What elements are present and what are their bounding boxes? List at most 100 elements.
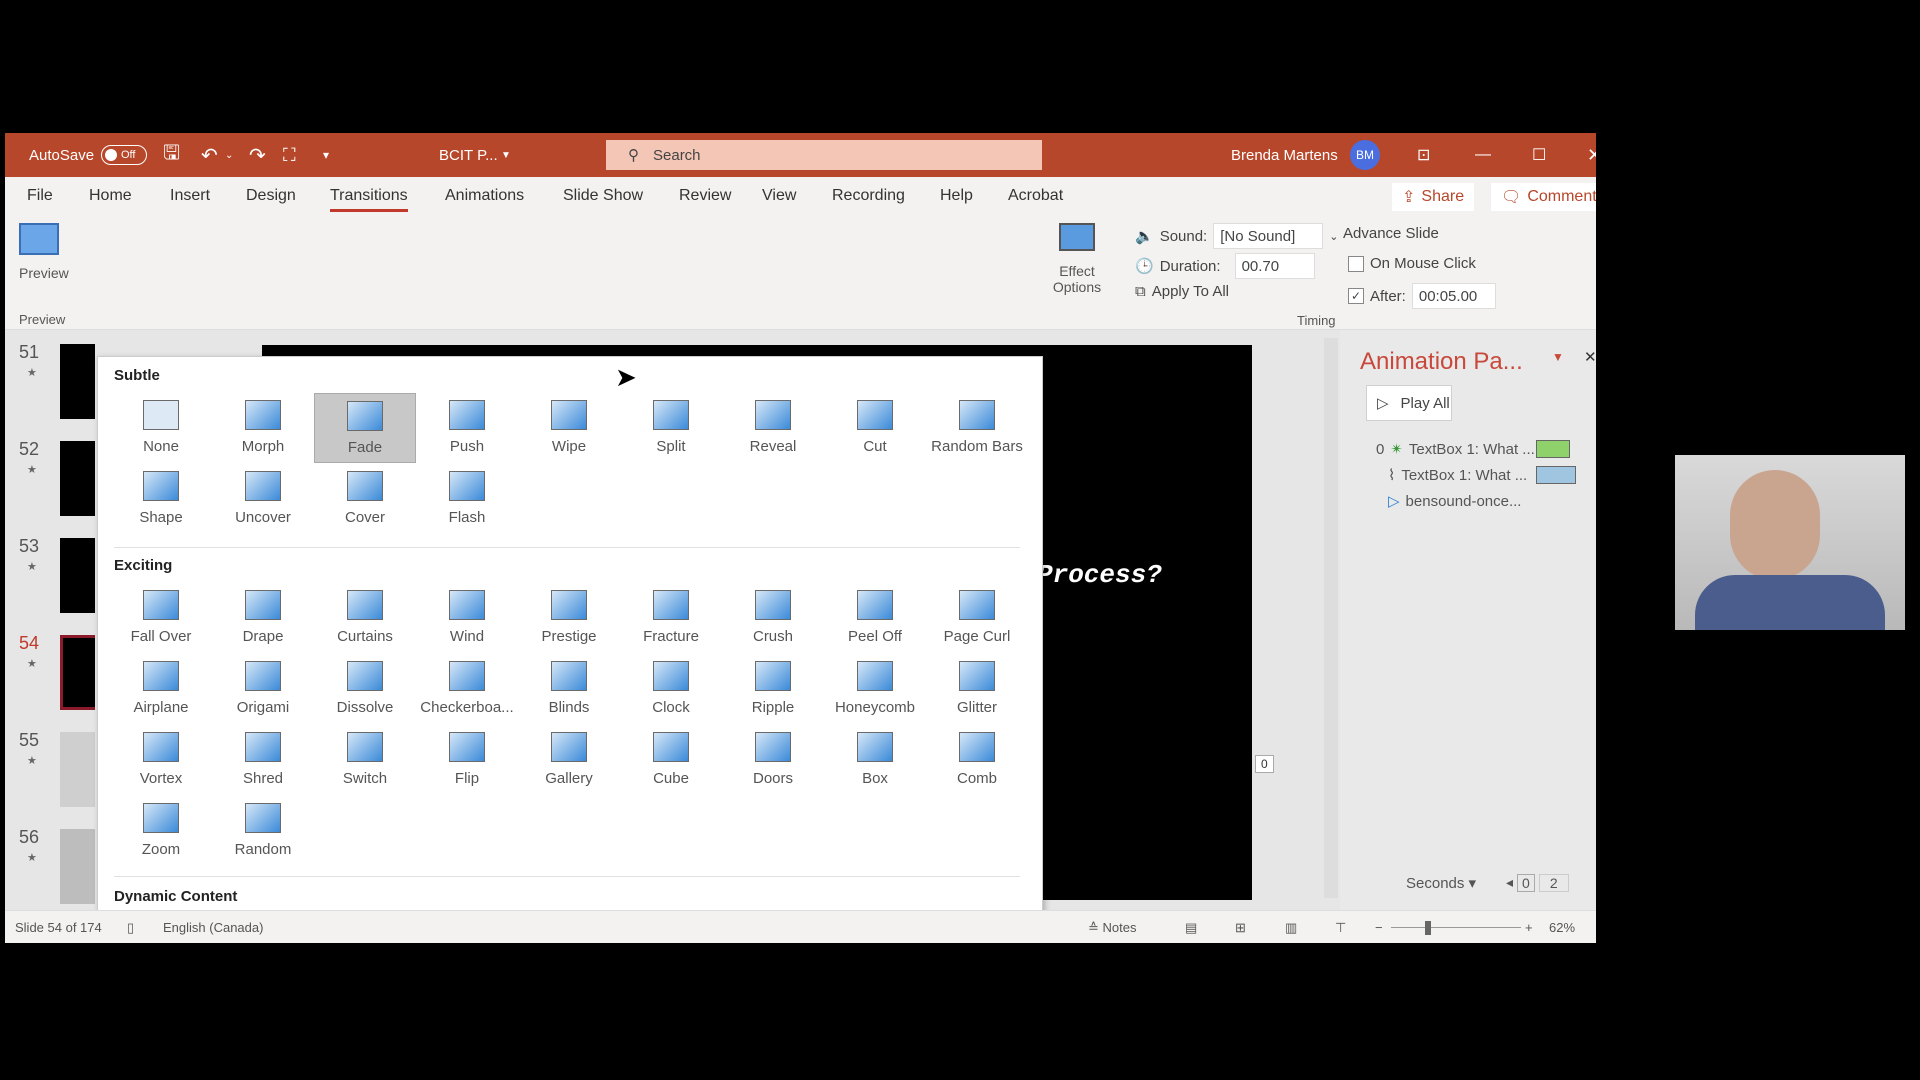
transition-origami[interactable]: Origami bbox=[212, 654, 314, 724]
reading-view-icon[interactable]: ▥ bbox=[1285, 920, 1297, 936]
transition-glitter[interactable]: Glitter bbox=[926, 654, 1028, 724]
transition-fall-over[interactable]: Fall Over bbox=[110, 583, 212, 653]
transition-box[interactable]: Box bbox=[824, 725, 926, 795]
sound-select[interactable]: [No Sound] bbox=[1213, 223, 1324, 249]
tab-slide-show[interactable]: Slide Show bbox=[563, 187, 643, 205]
tab-home[interactable]: Home bbox=[89, 187, 132, 205]
transition-wipe[interactable]: Wipe bbox=[518, 393, 620, 463]
notes-button[interactable]: ≙ Notes bbox=[1088, 920, 1136, 936]
tab-recording[interactable]: Recording bbox=[832, 187, 905, 205]
undo-icon[interactable]: ↶ bbox=[201, 133, 218, 177]
ribbon-display-icon[interactable]: ⊡ bbox=[1417, 133, 1430, 177]
autosave-toggle[interactable]: Off bbox=[101, 145, 147, 165]
present-icon[interactable]: ⛶ bbox=[283, 133, 296, 177]
tab-transitions[interactable]: Transitions bbox=[330, 187, 408, 212]
transition-cut[interactable]: Cut bbox=[824, 393, 926, 463]
on-mouse-click-checkbox[interactable] bbox=[1348, 255, 1364, 272]
minimize-icon[interactable]: — bbox=[1475, 133, 1491, 177]
transition-drape[interactable]: Drape bbox=[212, 583, 314, 653]
transition-doors[interactable]: Doors bbox=[722, 725, 824, 795]
user-name[interactable]: Brenda Martens bbox=[1231, 133, 1338, 177]
customize-qat-icon[interactable]: ▾ bbox=[323, 133, 329, 177]
close-icon[interactable]: ✕ bbox=[1587, 133, 1596, 177]
animation-item[interactable]: ▷ bensound-once... bbox=[1388, 492, 1521, 511]
transition-cover[interactable]: Cover bbox=[314, 464, 416, 534]
tab-acrobat[interactable]: Acrobat bbox=[1008, 187, 1063, 205]
tab-view[interactable]: View bbox=[762, 187, 796, 205]
transition-airplane[interactable]: Airplane bbox=[110, 654, 212, 724]
transition-morph[interactable]: Morph bbox=[212, 393, 314, 463]
transition-ripple[interactable]: Ripple bbox=[722, 654, 824, 724]
preview-button[interactable]: Preview bbox=[19, 265, 69, 281]
slide-sorter-icon[interactable]: ⊞ bbox=[1235, 920, 1246, 936]
transition-split[interactable]: Split bbox=[620, 393, 722, 463]
transition-flip[interactable]: Flip bbox=[416, 725, 518, 795]
seconds-dropdown[interactable]: Seconds ▾ bbox=[1406, 874, 1476, 892]
transition-uncover[interactable]: Uncover bbox=[212, 464, 314, 534]
undo-dropdown-icon[interactable]: ⌄ bbox=[225, 133, 233, 177]
accessibility-icon[interactable]: ▯ bbox=[127, 920, 134, 936]
transition-shred[interactable]: Shred bbox=[212, 725, 314, 795]
transition-wind[interactable]: Wind bbox=[416, 583, 518, 653]
avatar[interactable]: BM bbox=[1350, 140, 1380, 170]
tab-help[interactable]: Help bbox=[940, 187, 973, 205]
redo-icon[interactable]: ↷ bbox=[249, 133, 266, 177]
transition-fracture[interactable]: Fracture bbox=[620, 583, 722, 653]
slideshow-icon[interactable]: ⊤ bbox=[1335, 920, 1346, 936]
save-icon[interactable]: 🖫 bbox=[163, 133, 180, 177]
effect-options-icon[interactable] bbox=[1059, 223, 1095, 251]
pane-options-icon[interactable]: ▼ bbox=[1552, 350, 1564, 364]
tab-design[interactable]: Design bbox=[246, 187, 296, 205]
transition-none[interactable]: None bbox=[110, 393, 212, 463]
maximize-icon[interactable]: ☐ bbox=[1532, 133, 1546, 177]
preview-icon[interactable] bbox=[19, 223, 59, 255]
zoom-out-icon[interactable]: − bbox=[1375, 920, 1383, 935]
transition-checkerboa[interactable]: Checkerboa... bbox=[416, 654, 518, 724]
transition-reveal[interactable]: Reveal bbox=[722, 393, 824, 463]
zoom-level[interactable]: 62% bbox=[1549, 920, 1575, 935]
transition-push[interactable]: Push bbox=[416, 393, 518, 463]
vertical-scrollbar[interactable] bbox=[1324, 338, 1338, 898]
transition-clock[interactable]: Clock bbox=[620, 654, 722, 724]
zoom-in-icon[interactable]: + bbox=[1525, 920, 1533, 935]
transition-crush[interactable]: Crush bbox=[722, 583, 824, 653]
transition-vortex[interactable]: Vortex bbox=[110, 725, 212, 795]
share-button[interactable]: ⇪ Share bbox=[1392, 183, 1475, 211]
filename-dropdown-icon[interactable]: ▼ bbox=[501, 133, 511, 177]
animation-item[interactable]: ⌇ TextBox 1: What ... bbox=[1388, 466, 1527, 485]
sound-dropdown-icon[interactable]: ⌄ bbox=[1329, 230, 1338, 243]
search-box[interactable]: ⚲ Search bbox=[606, 140, 1042, 170]
normal-view-icon[interactable]: ▤ bbox=[1185, 920, 1197, 936]
transition-prestige[interactable]: Prestige bbox=[518, 583, 620, 653]
duration-input[interactable]: 00.70 bbox=[1234, 253, 1315, 279]
transition-peel-off[interactable]: Peel Off bbox=[824, 583, 926, 653]
animation-item[interactable]: 0 ✴ TextBox 1: What ... bbox=[1376, 440, 1535, 459]
transition-zoom[interactable]: Zoom bbox=[110, 796, 212, 866]
pane-close-icon[interactable]: ✕ bbox=[1584, 348, 1596, 366]
transition-fade[interactable]: Fade bbox=[314, 393, 416, 463]
transition-gallery[interactable]: Gallery bbox=[518, 725, 620, 795]
apply-to-all-button[interactable]: Apply To All bbox=[1152, 283, 1229, 300]
after-input[interactable]: 00:05.00 bbox=[1411, 283, 1496, 309]
tab-insert[interactable]: Insert bbox=[170, 187, 210, 205]
language[interactable]: English (Canada) bbox=[163, 920, 263, 935]
transition-blinds[interactable]: Blinds bbox=[518, 654, 620, 724]
transition-page-curl[interactable]: Page Curl bbox=[926, 583, 1028, 653]
transition-switch[interactable]: Switch bbox=[314, 725, 416, 795]
tab-file[interactable]: File bbox=[27, 187, 53, 205]
scroll-left-icon[interactable]: ◂ bbox=[1506, 874, 1513, 892]
transition-flash[interactable]: Flash bbox=[416, 464, 518, 534]
file-name[interactable]: BCIT P... bbox=[439, 133, 498, 177]
tab-review[interactable]: Review bbox=[679, 187, 731, 205]
transition-cube[interactable]: Cube bbox=[620, 725, 722, 795]
transition-random-bars[interactable]: Random Bars bbox=[926, 393, 1028, 463]
transition-shape[interactable]: Shape bbox=[110, 464, 212, 534]
transition-curtains[interactable]: Curtains bbox=[314, 583, 416, 653]
tab-animations[interactable]: Animations bbox=[445, 187, 524, 205]
zoom-slider-thumb[interactable] bbox=[1425, 921, 1431, 935]
transition-comb[interactable]: Comb bbox=[926, 725, 1028, 795]
effect-options-button[interactable]: Effect Options bbox=[1045, 263, 1109, 295]
after-checkbox[interactable]: ✓ bbox=[1348, 288, 1364, 304]
transition-random[interactable]: Random bbox=[212, 796, 314, 866]
zoom-slider[interactable] bbox=[1391, 927, 1521, 928]
